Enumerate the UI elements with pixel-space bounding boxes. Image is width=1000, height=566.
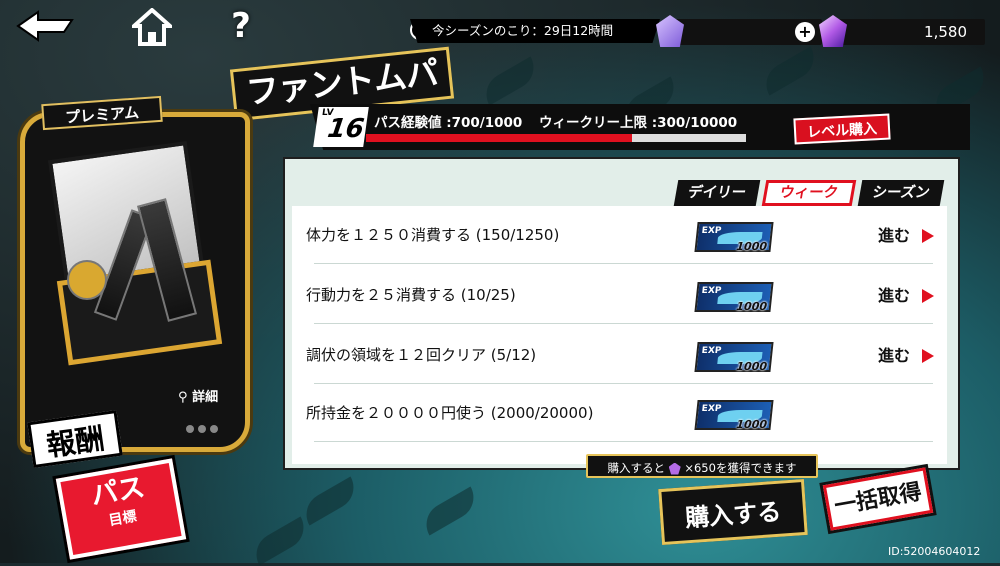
tab-weekly[interactable]: ウィーク <box>761 180 857 206</box>
paid-gem-counter: 1,580 <box>819 15 985 47</box>
promo-prefix: 購入すると <box>607 461 666 475</box>
go-button[interactable]: 進む <box>878 282 934 310</box>
exp-ticket-icon: EXP 1000 <box>694 342 774 373</box>
go-label: 進む <box>878 226 911 245</box>
premium-gem-icon <box>668 462 681 475</box>
purchase-promo-banner: 購入すると ×650を獲得できます <box>586 454 818 478</box>
reward-amount: 1000 <box>735 240 768 253</box>
level-badge: LV 16 <box>313 107 369 147</box>
pager-dot[interactable] <box>210 425 218 433</box>
help-button[interactable]: ? <box>226 6 256 46</box>
arrow-right-icon <box>922 289 934 303</box>
pager-dot[interactable] <box>198 425 206 433</box>
exp-ticket-icon: EXP 1000 <box>694 282 774 313</box>
help-icon: ? <box>231 6 251 46</box>
mission-text: 所持金を２００００円使う (2000/20000) <box>306 404 594 422</box>
tab-daily[interactable]: デイリー <box>673 180 761 206</box>
mission-row: 行動力を２５消費する (10/25) EXP 1000 進む <box>292 268 947 326</box>
buy-pass-button[interactable]: 購入する <box>658 478 808 546</box>
reward-amount: 1000 <box>735 360 768 373</box>
exp-ticket-icon: EXP 1000 <box>694 222 774 253</box>
details-button[interactable]: ⚲ 詳細 <box>178 386 218 405</box>
details-label: 詳細 <box>192 390 219 405</box>
arrow-right-icon <box>922 349 934 363</box>
go-button[interactable]: 進む <box>878 342 934 370</box>
exp-progress-fill <box>366 134 632 142</box>
home-button[interactable] <box>128 7 176 46</box>
mission-row: 所持金を２００００円使う (2000/20000) EXP 1000 <box>292 386 947 444</box>
level-number: 16 <box>325 114 367 144</box>
leaf-decoration <box>758 46 822 96</box>
exp-progress-bar <box>366 134 746 142</box>
leaf-decoration <box>418 486 482 536</box>
tab-season[interactable]: シーズン <box>857 180 945 206</box>
exp-info: パス経験値 :700/1000 ウィークリー上限 :300/10000 <box>374 111 749 131</box>
leaf-decoration <box>298 476 362 526</box>
mission-text: 体力を１２５０消費する (150/1250) <box>306 226 560 244</box>
exp-ticket-icon: EXP 1000 <box>694 400 774 431</box>
add-gem-button[interactable]: + <box>795 22 815 42</box>
go-button[interactable]: 進む <box>878 222 934 250</box>
leaf-decoration <box>478 56 542 106</box>
mission-row: 調伏の領域を１２回クリア (5/12) EXP 1000 進む <box>292 328 947 386</box>
arrow-right-icon <box>922 229 934 243</box>
go-label: 進む <box>878 346 911 365</box>
mission-row: 体力を１２５０消費する (150/1250) EXP 1000 進む <box>292 208 947 266</box>
weekly-limit-text: ウィークリー上限 :300/10000 <box>539 115 738 131</box>
pass-exp-text: パス経験値 :700/1000 <box>374 115 523 131</box>
paid-gem-amount: 1,580 <box>924 23 967 41</box>
user-id: ID:52004604012 <box>888 545 981 558</box>
pager-dot[interactable] <box>186 425 194 433</box>
leaf-decoration <box>248 516 312 566</box>
mission-list[interactable]: 体力を１２５０消費する (150/1250) EXP 1000 進む 行動力を２… <box>292 206 947 464</box>
go-label: 進む <box>878 286 911 305</box>
promo-suffix: ×650を獲得できます <box>684 461 797 475</box>
back-button[interactable] <box>16 8 76 44</box>
magnifier-icon: ⚲ <box>178 390 188 405</box>
reward-amount: 1000 <box>735 300 768 313</box>
home-icon <box>128 7 176 46</box>
season-remaining-text: 今シーズンのこり：29日12時間 <box>410 19 660 43</box>
reward-amount: 1000 <box>735 418 768 431</box>
buy-level-button[interactable]: レベル購入 <box>793 113 891 145</box>
back-arrow-icon <box>16 10 74 42</box>
treasure-chest-image <box>47 140 223 366</box>
mission-text: 調伏の領域を１２回クリア (5/12) <box>306 346 537 364</box>
mission-text: 行動力を２５消費する (10/25) <box>306 286 516 304</box>
